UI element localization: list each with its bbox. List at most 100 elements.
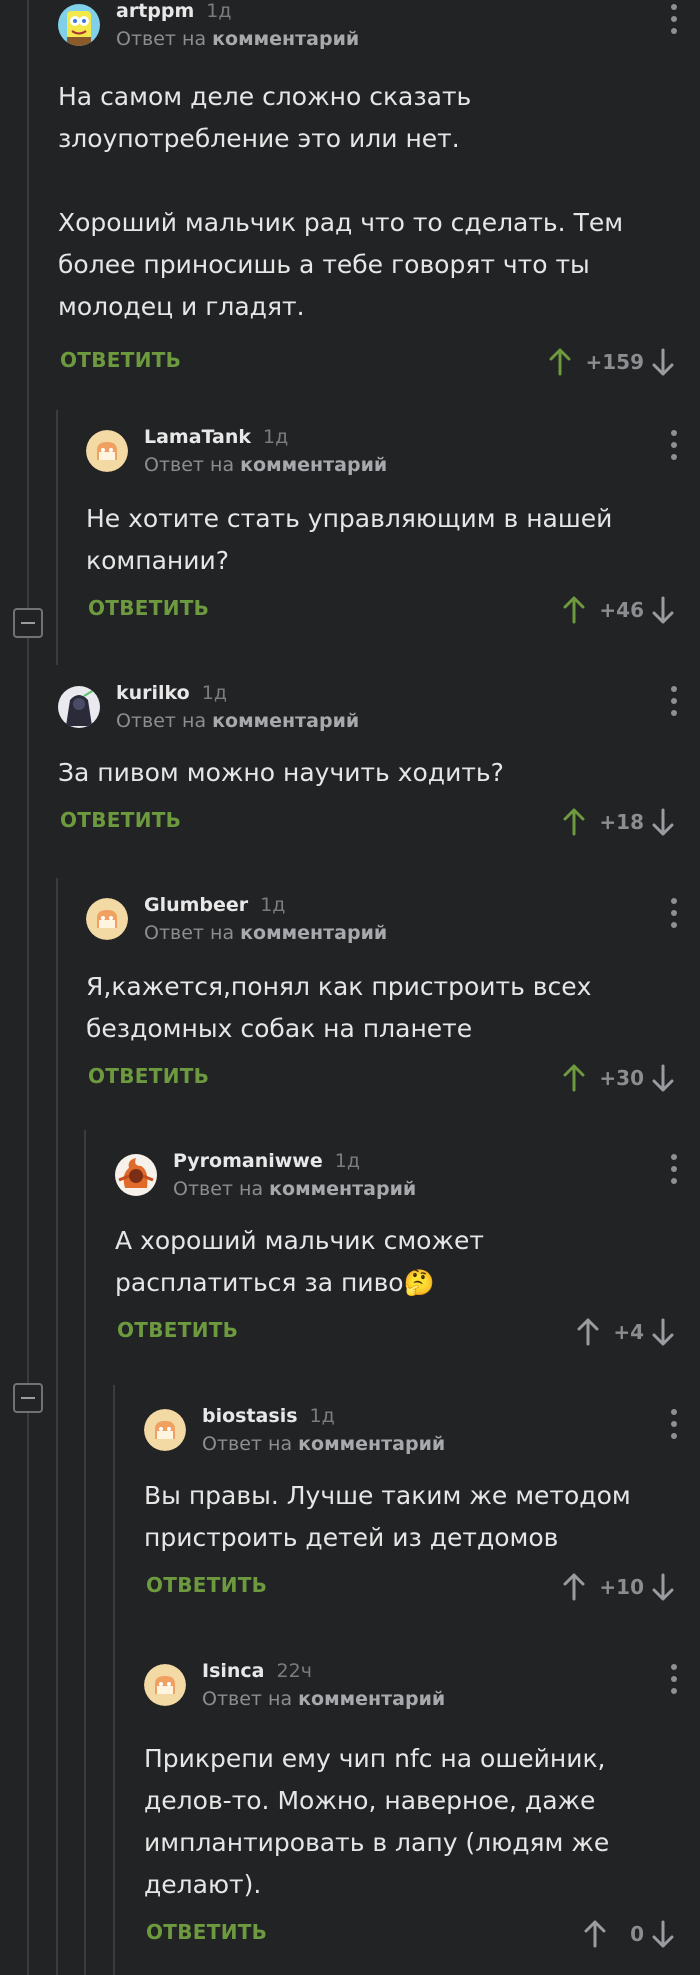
comment-time: 1д [206,0,232,22]
upvote-arrow-icon[interactable] [577,1318,599,1346]
reply-to-line: Ответ на комментарий [116,710,359,732]
reply-to-prefix: Ответ на [173,1178,264,1200]
comment-footer: ОТВЕТИТЬ 0 [144,1914,700,1954]
reply-to-link[interactable]: комментарий [212,28,359,50]
vote-score: 0 [630,1922,644,1946]
vote-score: +4 [613,1320,644,1344]
dark-character-avatar[interactable] [58,686,100,728]
comment-text: Прикрепи ему чип nfc на ошейник, делов-т… [144,1744,610,1899]
upvote-arrow-icon[interactable] [563,808,585,836]
reply-to-link[interactable]: комментарий [298,1688,445,1710]
vote-controls: +10 [563,1567,674,1607]
default-avatar[interactable] [86,430,128,472]
author-name[interactable]: Pyromaniwwe 1д [173,1150,360,1172]
reply-button[interactable]: ОТВЕТИТЬ [88,1064,209,1088]
comment-footer: ОТВЕТИТЬ +10 [144,1567,700,1607]
comment-text: Вы правы. Лучше таким же методом пристро… [144,1481,631,1552]
author-name-text[interactable]: Glumbeer [144,894,248,916]
more-options-icon[interactable] [670,430,678,460]
spongebob-avatar[interactable] [58,4,100,46]
author-name-text[interactable]: kurilko [116,682,190,704]
reply-to-link[interactable]: комментарий [269,1178,416,1200]
default-avatar[interactable] [144,1409,186,1451]
comment: kurilko 1д Ответ на комментарий За пивом … [58,682,700,842]
downvote-arrow-icon[interactable] [652,348,674,376]
collapse-thread-button[interactable] [13,1383,43,1413]
reply-to-prefix: Ответ на [144,922,235,944]
vote-controls: +159 [549,342,674,382]
comment: Pyromaniwwe 1д Ответ на комментарий А хор… [115,1150,700,1352]
vote-score: +30 [599,1066,644,1090]
fire-character-avatar[interactable] [115,1154,157,1196]
author-name[interactable]: Glumbeer 1д [144,894,285,916]
reply-button[interactable]: ОТВЕТИТЬ [60,348,181,372]
vote-score: +18 [599,810,644,834]
author-name-text[interactable]: Pyromaniwwe [173,1150,323,1172]
more-options-icon[interactable] [670,1664,678,1694]
author-name[interactable]: Isinca 22ч [202,1660,312,1682]
more-options-icon[interactable] [670,686,678,716]
reply-button[interactable]: ОТВЕТИТЬ [60,808,181,832]
author-name-text[interactable]: biostasis [202,1405,298,1427]
comment-footer: ОТВЕТИТЬ +18 [58,802,700,842]
comment-header: LamaTank 1д Ответ на комментарий [86,426,700,482]
reply-to-link[interactable]: комментарий [240,454,387,476]
comment-time: 1д [260,894,286,916]
thread-line [113,1385,115,1975]
comment-footer: ОТВЕТИТЬ +159 [58,342,700,382]
reply-to-link[interactable]: комментарий [212,710,359,732]
downvote-arrow-icon[interactable] [652,1573,674,1601]
author-name-text[interactable]: LamaTank [144,426,251,448]
author-name[interactable]: artppm 1д [116,0,232,22]
comment-text: А хороший мальчик сможет расплатиться за… [115,1226,484,1297]
more-options-icon[interactable] [670,1154,678,1184]
comment: biostasis 1д Ответ на комментарий Вы прав… [144,1405,700,1607]
upvote-arrow-icon[interactable] [563,1064,585,1092]
vote-controls: 0 [584,1914,674,1954]
downvote-arrow-icon[interactable] [652,1920,674,1948]
default-avatar[interactable] [144,1664,186,1706]
comment-header: Isinca 22ч Ответ на комментарий [144,1660,700,1716]
reply-button[interactable]: ОТВЕТИТЬ [117,1318,238,1342]
author-name[interactable]: LamaTank 1д [144,426,288,448]
vote-controls: +30 [563,1058,674,1098]
reply-button[interactable]: ОТВЕТИТЬ [146,1573,267,1597]
reply-to-link[interactable]: комментарий [240,922,387,944]
upvote-arrow-icon[interactable] [563,1573,585,1601]
vote-controls: +4 [577,1312,674,1352]
comment-text: Я,кажется,понял как пристроить всех безд… [86,972,592,1043]
collapse-thread-button[interactable] [13,608,43,638]
author-name[interactable]: biostasis 1д [202,1405,335,1427]
downvote-arrow-icon[interactable] [652,596,674,624]
more-options-icon[interactable] [670,4,678,34]
vote-controls: +46 [563,590,674,630]
upvote-arrow-icon[interactable] [563,596,585,624]
upvote-arrow-icon[interactable] [584,1920,606,1948]
more-options-icon[interactable] [670,1409,678,1439]
vote-score: +10 [599,1575,644,1599]
minus-icon [21,1397,35,1399]
comment-footer: ОТВЕТИТЬ +30 [86,1058,700,1098]
reply-button[interactable]: ОТВЕТИТЬ [146,1920,267,1944]
reply-to-line: Ответ на комментарий [144,454,387,476]
upvote-arrow-icon[interactable] [549,348,571,376]
reply-to-link[interactable]: комментарий [298,1433,445,1455]
reply-to-prefix: Ответ на [202,1433,293,1455]
comment-header: Pyromaniwwe 1д Ответ на комментарий [115,1150,700,1206]
more-options-icon[interactable] [670,898,678,928]
comment-header: kurilko 1д Ответ на комментарий [58,682,700,738]
comment-header: artppm 1д Ответ на комментарий [58,0,700,56]
comment-header: biostasis 1д Ответ на комментарий [144,1405,700,1461]
thread-line [56,878,58,1975]
author-name-text[interactable]: artppm [116,0,194,22]
reply-button[interactable]: ОТВЕТИТЬ [88,596,209,620]
downvote-arrow-icon[interactable] [652,808,674,836]
comment: Glumbeer 1д Ответ на комментарий Я,кажетс… [86,894,700,1098]
downvote-arrow-icon[interactable] [652,1318,674,1346]
comment-time: 1д [263,426,289,448]
default-avatar[interactable] [86,898,128,940]
thread-line [27,0,29,1975]
author-name-text[interactable]: Isinca [202,1660,265,1682]
author-name[interactable]: kurilko 1д [116,682,227,704]
downvote-arrow-icon[interactable] [652,1064,674,1092]
